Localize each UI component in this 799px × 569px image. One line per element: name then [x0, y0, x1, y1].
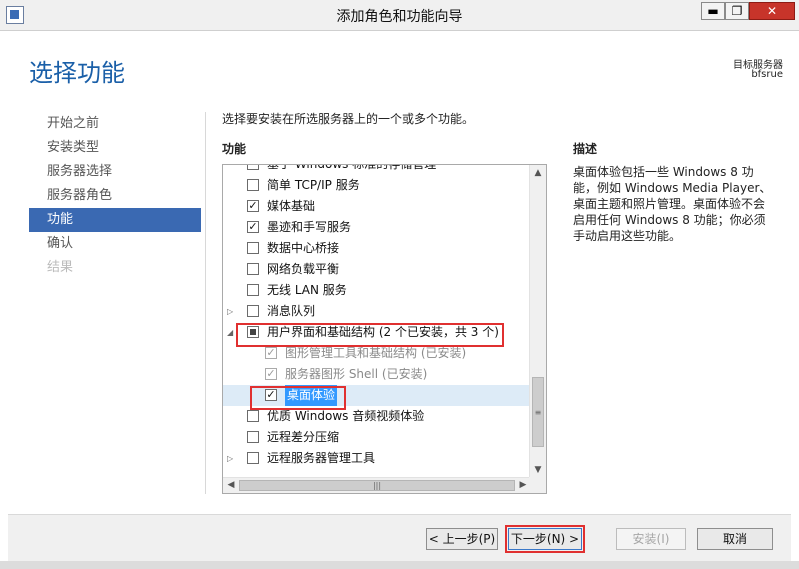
- nav-divider: [205, 112, 206, 494]
- feature-row[interactable]: ▷ 远程服务器管理工具: [223, 448, 531, 469]
- features-header: 功能: [222, 142, 247, 156]
- feature-checkbox[interactable]: [247, 165, 259, 170]
- description-header: 描述: [573, 142, 598, 156]
- destination-server-name: bfsrue: [751, 69, 783, 80]
- scroll-down-icon[interactable]: ▼: [530, 462, 546, 478]
- vertical-scroll-thumb[interactable]: ≡: [532, 377, 544, 447]
- feature-label: 网络负载平衡: [267, 262, 340, 276]
- feature-checkbox-installed: ✓: [265, 367, 277, 380]
- close-button[interactable]: ✕: [749, 2, 795, 20]
- feature-row[interactable]: ✓ 媒体基础: [223, 196, 531, 217]
- expander-icon[interactable]: [227, 196, 237, 217]
- highlight-box-user-interface: [236, 323, 504, 347]
- feature-label: 消息队列: [267, 304, 316, 318]
- expander-icon[interactable]: [227, 259, 237, 280]
- expander-icon[interactable]: [227, 175, 237, 196]
- expander-icon[interactable]: [227, 406, 237, 427]
- feature-label: 简单 TCP/IP 服务: [267, 178, 360, 192]
- highlight-box-next: [505, 525, 585, 553]
- scroll-left-icon[interactable]: ◀: [223, 478, 239, 493]
- feature-row[interactable]: 远程差分压缩: [223, 427, 531, 448]
- feature-row[interactable]: ▷ 消息队列: [223, 301, 531, 322]
- nav-item-results: 结果: [47, 260, 74, 275]
- cancel-button[interactable]: 取消: [697, 528, 773, 550]
- expander-icon[interactable]: [227, 217, 237, 238]
- features-list-items: 基于 Windows 标准的存储管理 简单 TCP/IP 服务 ✓ 媒体基础 ✓…: [223, 164, 531, 469]
- feature-checkbox[interactable]: [247, 452, 259, 464]
- expand-arrow-icon[interactable]: ▷: [227, 301, 237, 322]
- expander-icon[interactable]: [227, 238, 237, 259]
- feature-label: 远程服务器管理工具: [267, 451, 376, 465]
- expander-icon[interactable]: [227, 165, 237, 175]
- scrollbar-corner: [529, 477, 546, 493]
- nav-item-features[interactable]: 功能: [29, 208, 201, 232]
- feature-label: 媒体基础: [267, 199, 316, 213]
- nav-item-installation-type[interactable]: 安装类型: [29, 136, 201, 160]
- minimize-button[interactable]: ▬: [701, 2, 725, 20]
- feature-row[interactable]: 数据中心桥接: [223, 238, 531, 259]
- feature-row[interactable]: 无线 LAN 服务: [223, 280, 531, 301]
- horizontal-scrollbar[interactable]: ◀ ||| ▶: [223, 477, 531, 493]
- feature-row[interactable]: ✓ 墨迹和手写服务: [223, 217, 531, 238]
- title-bar: 添加角色和功能向导 ▬ ❐ ✕: [0, 0, 799, 31]
- scroll-up-icon[interactable]: ▲: [530, 165, 546, 181]
- expand-arrow-icon[interactable]: ▷: [227, 448, 237, 469]
- restore-button[interactable]: ❐: [725, 2, 749, 20]
- nav-item-server-selection[interactable]: 服务器选择: [29, 160, 201, 184]
- feature-checkbox[interactable]: [247, 431, 259, 443]
- instruction-text: 选择要安装在所选服务器上的一个或多个功能。: [222, 112, 475, 126]
- window-title: 添加角色和功能向导: [336, 9, 463, 25]
- feature-row[interactable]: 基于 Windows 标准的存储管理: [223, 164, 531, 175]
- feature-row-installed: ✓ 服务器图形 Shell (已安装): [223, 364, 531, 385]
- taskbar-strip: [0, 561, 799, 569]
- install-button: 安装(I): [616, 528, 686, 550]
- page-title: 选择功能: [29, 59, 125, 87]
- previous-button[interactable]: < 上一步(P): [426, 528, 498, 550]
- feature-label: 无线 LAN 服务: [267, 283, 347, 297]
- nav-item-confirmation[interactable]: 确认: [29, 232, 201, 256]
- expander-icon[interactable]: [227, 280, 237, 301]
- feature-label: 数据中心桥接: [267, 241, 340, 255]
- feature-checkbox[interactable]: [247, 410, 259, 422]
- feature-checkbox[interactable]: [247, 305, 259, 317]
- highlight-box-desktop-experience: [250, 386, 346, 410]
- feature-checkbox[interactable]: [247, 284, 259, 296]
- feature-label: 墨迹和手写服务: [267, 220, 352, 234]
- horizontal-scroll-thumb[interactable]: |||: [239, 480, 515, 491]
- nav-item-before-you-begin[interactable]: 开始之前: [29, 112, 201, 136]
- description-text: 桌面体验包括一些 Windows 8 功能，例如 Windows Media P…: [573, 165, 772, 243]
- feature-checkbox[interactable]: [247, 179, 259, 191]
- feature-row[interactable]: 网络负载平衡: [223, 259, 531, 280]
- feature-label: 服务器图形 Shell (已安装): [285, 367, 428, 381]
- feature-checkbox-installed: ✓: [265, 346, 277, 359]
- feature-checkbox-checked[interactable]: ✓: [247, 221, 259, 233]
- wizard-header: 选择功能 目标服务器 bfsrue: [8, 31, 791, 111]
- nav-item-server-roles[interactable]: 服务器角色: [29, 184, 201, 208]
- expander-icon[interactable]: [227, 427, 237, 448]
- feature-label: 基于 Windows 标准的存储管理: [267, 164, 437, 171]
- wizard-nav: 开始之前 安装类型 服务器选择 服务器角色 功能 确认 结果: [29, 112, 201, 280]
- feature-label: 远程差分压缩: [267, 430, 340, 444]
- feature-row[interactable]: 简单 TCP/IP 服务: [223, 175, 531, 196]
- feature-checkbox[interactable]: [247, 263, 259, 275]
- feature-checkbox[interactable]: [247, 242, 259, 254]
- vertical-scrollbar[interactable]: ▲ ≡ ▼: [529, 165, 546, 478]
- feature-checkbox-checked[interactable]: ✓: [247, 200, 259, 212]
